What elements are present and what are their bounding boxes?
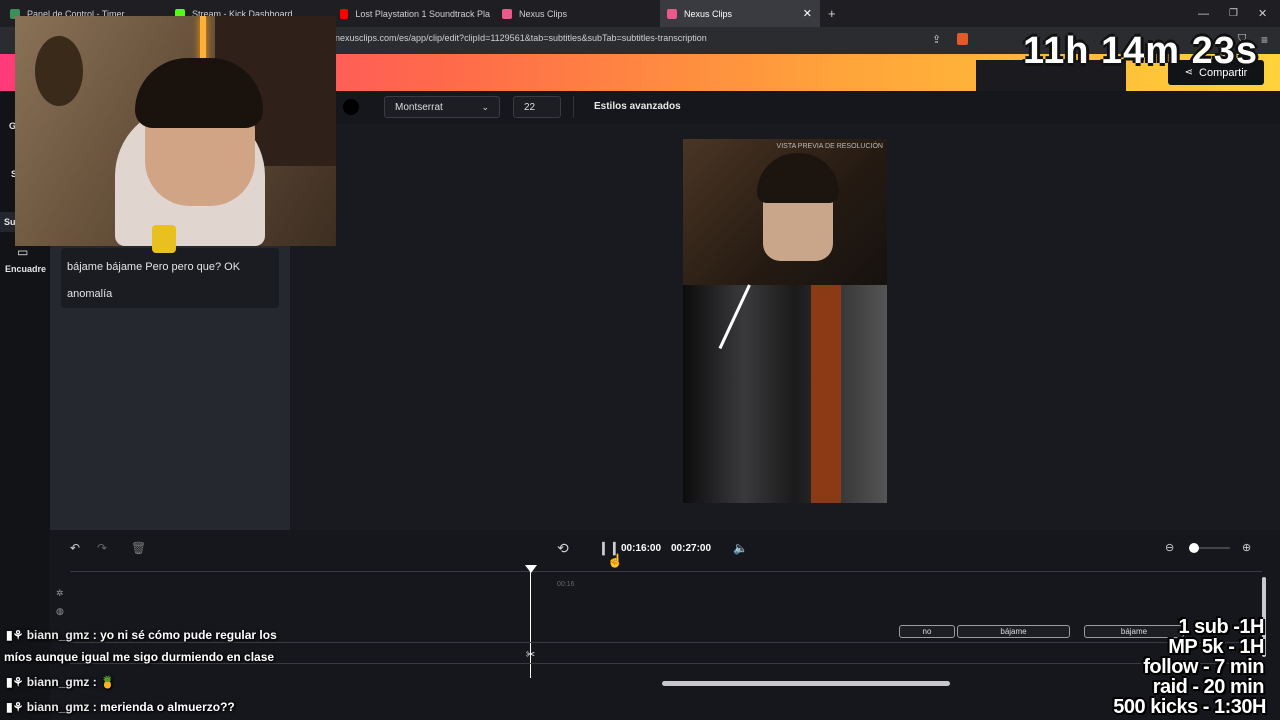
tab-soundtrack[interactable]: Lost Playstation 1 Soundtrack Pla [340, 0, 490, 27]
font-select-value: Montserrat [395, 101, 443, 113]
chevron-down-icon: ⌄ [481, 101, 489, 112]
nexus-tab-icon [502, 8, 512, 19]
chat-username: biann_gmz [26, 675, 90, 689]
tab-label: Nexus Clips [519, 8, 568, 19]
magic-icon[interactable]: ✲ [56, 588, 64, 599]
maximize-icon[interactable]: ❐ [1229, 0, 1238, 27]
menu-icon[interactable]: ≡ [1261, 33, 1268, 47]
subtitle-clip[interactable]: no [899, 625, 955, 638]
goal-line: 500 kicks - 1:30H [1113, 696, 1266, 718]
track-divider [70, 642, 1262, 643]
sidebar-item-encuadre[interactable]: Encuadre [5, 264, 46, 274]
goal-line: follow - 7 min [1143, 656, 1264, 678]
scissors-icon[interactable]: ✂ [526, 648, 535, 661]
toolbar-divider [573, 96, 574, 118]
chat-message: ▮⚘ biann_gmz : yo ni sé cómo pude regula… [6, 628, 277, 642]
chat-emote-icon: 🍍 [100, 675, 116, 689]
chat-separator: : [92, 700, 97, 714]
preview-watermark: VISTA PREVIA DE RESOLUCIÓN [776, 143, 883, 150]
sidebar-item-subtitles[interactable]: Su [4, 217, 16, 227]
ruler-marker-label: 00:16 [557, 581, 575, 588]
mouse-cursor-icon: ☝ [607, 553, 624, 568]
font-select[interactable]: Montserrat ⌄ [384, 96, 500, 118]
stream-timer: 11h 14m 23s [1023, 30, 1258, 72]
zoom-in-icon[interactable]: ⊕ [1242, 541, 1251, 554]
total-time: 00:27:00 [671, 543, 712, 554]
chat-username: biann_gmz [26, 628, 90, 642]
chat-message-continued: míos aunque igual me sigo durmiendo en c… [4, 650, 274, 664]
brave-shield-icon[interactable] [957, 33, 968, 45]
video-preview: VISTA PREVIA DE RESOLUCIÓN [683, 139, 887, 503]
video-camera-icon: ▭ [17, 245, 29, 259]
chat-badge-icon: ▮⚘ [6, 628, 27, 642]
preview-game-frame [683, 285, 887, 503]
tab-nexus-clips-1[interactable]: Nexus Clips [502, 0, 652, 27]
volume-icon[interactable]: 🔈 [733, 541, 748, 555]
subtitle-clip[interactable]: bájame [957, 625, 1070, 638]
close-tab-icon[interactable]: ✕ [803, 7, 812, 20]
new-tab-button[interactable]: + [828, 0, 842, 27]
replay-icon[interactable]: ⟲ [557, 540, 569, 557]
timeline-scrollbar[interactable] [662, 681, 950, 686]
redo-icon[interactable]: ↷ [97, 541, 107, 555]
nexus-tab-icon [667, 8, 677, 19]
subtitle-line: bájame bájame Pero pero que? OK [67, 261, 241, 273]
chat-badge-icon: ▮⚘ [6, 700, 27, 714]
share-page-icon[interactable]: ⇪ [932, 33, 941, 46]
chat-message: ▮⚘ biann_gmz : merienda o almuerzo?? [6, 700, 235, 714]
subtitle-line: anomalía [67, 288, 113, 300]
chat-message: ▮⚘ biann_gmz : 🍍 [6, 675, 115, 689]
subtitle-text[interactable]: bájame bájame Pero pero que? OK anomalía [67, 254, 272, 308]
timeline-ruler [70, 571, 1262, 572]
chat-badge-icon: ▮⚘ [6, 675, 27, 689]
playhead-line[interactable] [530, 566, 531, 678]
current-time: 00:16:00 [621, 543, 662, 554]
zoom-slider-handle[interactable] [1189, 543, 1199, 553]
streamer-logo-badge [152, 225, 176, 253]
palette-icon[interactable]: ◍ [56, 606, 64, 617]
chat-text: yo ni sé cómo pude regular los [100, 628, 277, 642]
chat-text: merienda o almuerzo?? [100, 700, 235, 714]
goal-line: MP 5k - 1H [1168, 636, 1264, 658]
chat-separator: : [92, 628, 97, 642]
goal-line: raid - 20 min [1152, 676, 1265, 698]
goal-line: 1 sub -1H [1178, 616, 1264, 638]
zoom-out-icon[interactable]: ⊖ [1165, 541, 1174, 554]
youtube-tab-icon [340, 8, 349, 19]
chat-separator: : [92, 675, 97, 689]
tab-nexus-clips-active[interactable]: Nexus Clips ✕ [660, 0, 820, 27]
chat-text: míos aunque igual me sigo durmiendo en c… [4, 650, 275, 664]
tab-label: Lost Playstation 1 Soundtrack Pla [355, 8, 490, 19]
tab-label: Nexus Clips [684, 8, 733, 19]
close-window-icon[interactable]: ✕ [1258, 0, 1267, 27]
chat-username: biann_gmz [26, 700, 90, 714]
undo-icon[interactable]: ↶ [70, 541, 80, 555]
font-size-input[interactable]: 22 [513, 96, 561, 118]
pineapple-decor [35, 36, 83, 106]
minimize-icon[interactable]: — [1198, 0, 1209, 27]
delete-icon[interactable]: 🗑 [131, 541, 146, 555]
playhead-handle[interactable] [525, 565, 537, 573]
advanced-styles-button[interactable]: Estilos avanzados [594, 101, 681, 112]
preview-game-pole [811, 285, 841, 503]
color-swatch[interactable] [343, 99, 359, 115]
webcam-overlay [15, 16, 336, 246]
url-field[interactable]: nexusclips.com/es/app/clip/edit?clipId=1… [335, 33, 707, 43]
